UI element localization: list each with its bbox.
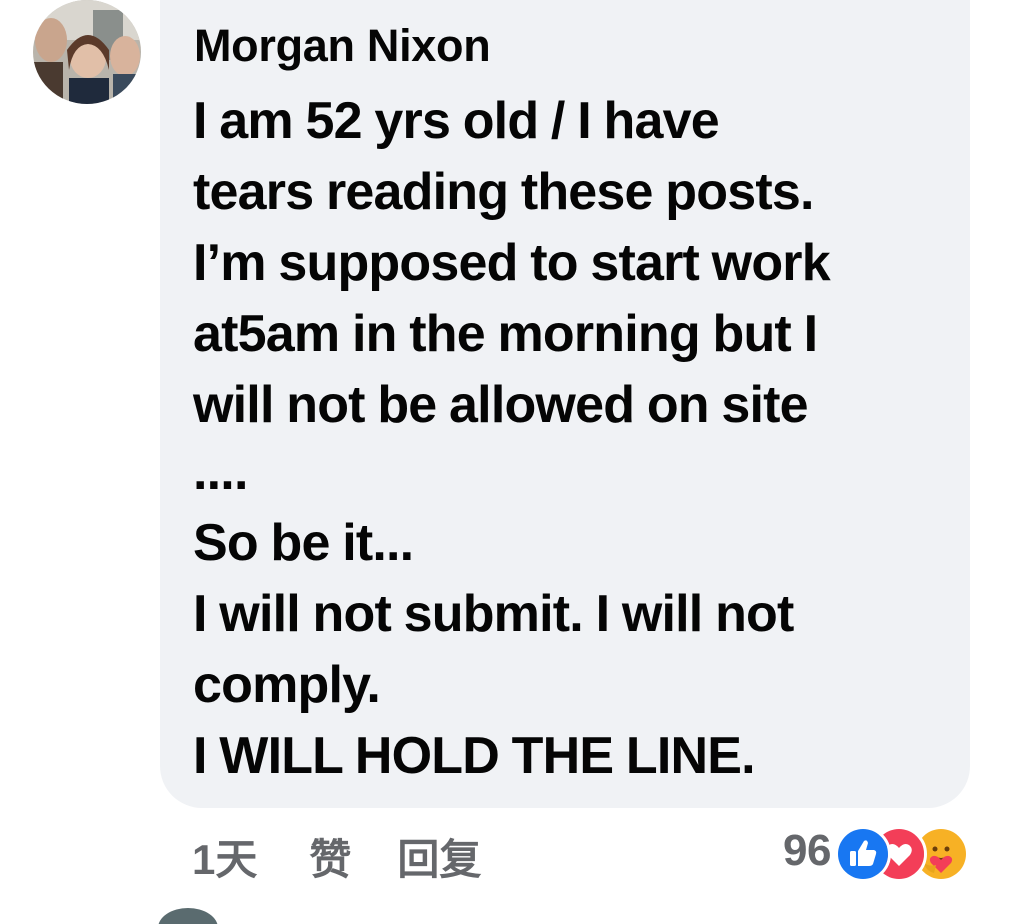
comment-text-line: I WILL HOLD THE LINE. [193, 727, 756, 785]
comment-text-line: comply. [193, 656, 381, 714]
reaction-count: 96 [783, 826, 831, 875]
like-icon [834, 826, 891, 882]
comment-text-line: will not be allowed on site [193, 376, 809, 434]
comment-text-line: I’m supposed to start work [193, 234, 831, 292]
comment-timestamp[interactable]: 1天 [192, 826, 257, 887]
comment-actions: 1天 赞 回复 [192, 826, 481, 887]
comment-author-name[interactable]: Morgan Nixon [194, 20, 491, 72]
comment-text-line: .... [193, 443, 248, 501]
reply-button[interactable]: 回复 [397, 826, 481, 887]
comment-text-line: tears reading these posts. [193, 163, 814, 221]
like-button[interactable]: 赞 [309, 826, 351, 887]
reaction-icons [834, 822, 985, 882]
next-comment-avatar[interactable] [158, 908, 218, 924]
author-avatar[interactable] [33, 0, 141, 104]
comment-text: I am 52 yrs old / I have tears reading t… [193, 86, 963, 792]
comment-text-line: I will not submit. I will not [193, 585, 794, 643]
avatar-photo [33, 0, 141, 104]
comment-text-line: at5am in the morning but I [193, 305, 818, 363]
reactions-summary[interactable]: 96 [783, 822, 985, 882]
comment-text-line: So be it... [193, 514, 414, 572]
comment-text-line: I am 52 yrs old / I have [193, 92, 720, 150]
